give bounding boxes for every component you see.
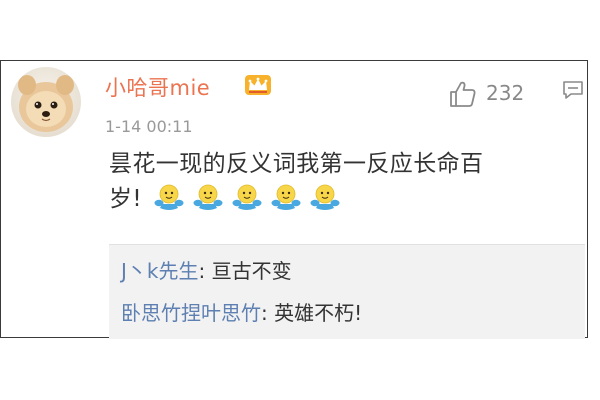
comment-text-line-1: 昙花一现的反义词我第一反应长命百 bbox=[109, 151, 484, 177]
comment-icon bbox=[563, 81, 583, 99]
comment-timestamp: 1-14 00:11 bbox=[105, 117, 193, 136]
like-count: 232 bbox=[486, 81, 525, 105]
hand-clapping-emoji-icon bbox=[193, 182, 223, 212]
comment-card: 小哈哥mie 1-14 00:11 232 昙花一现的反义词我第一反应长命百 岁… bbox=[0, 60, 588, 339]
reply-item: J丶k先生: 亘古不变 bbox=[121, 255, 292, 284]
username-link[interactable]: 小哈哥mie bbox=[105, 72, 210, 102]
avatar[interactable] bbox=[11, 67, 81, 137]
page: 小哈哥mie 1-14 00:11 232 昙花一现的反义词我第一反应长命百 岁… bbox=[0, 0, 600, 400]
comment-text-line-2-text: 岁! bbox=[109, 186, 143, 212]
hand-clapping-emoji-icon bbox=[310, 182, 340, 212]
emoji-row bbox=[154, 182, 349, 223]
reply-list: J丶k先生: 亘古不变 卧思竹捏叶思竹: 英雄不朽! bbox=[109, 244, 585, 339]
crown-icon bbox=[244, 73, 272, 97]
dog-avatar-image bbox=[11, 67, 81, 137]
reply-item: 卧思竹捏叶思竹: 英雄不朽! bbox=[121, 297, 362, 326]
comment-text: 昙花一现的反义词我第一反应长命百 岁! bbox=[109, 147, 577, 223]
reply-text: 亘古不变 bbox=[211, 259, 292, 283]
like-button[interactable]: 232 bbox=[448, 79, 544, 111]
hand-clapping-emoji-icon bbox=[232, 182, 262, 212]
reply-text: 英雄不朽! bbox=[274, 301, 363, 325]
thumbs-up-icon bbox=[450, 81, 476, 107]
comment-text-line-2: 岁! bbox=[109, 182, 577, 223]
reply-button[interactable] bbox=[562, 79, 584, 101]
reply-separator: : bbox=[261, 301, 275, 325]
hand-clapping-emoji-icon bbox=[154, 182, 184, 212]
reply-separator: : bbox=[198, 259, 212, 283]
reply-author-link[interactable]: 卧思竹捏叶思竹 bbox=[121, 301, 261, 325]
reply-author-link[interactable]: J丶k先生 bbox=[121, 259, 198, 283]
hand-clapping-emoji-icon bbox=[271, 182, 301, 212]
